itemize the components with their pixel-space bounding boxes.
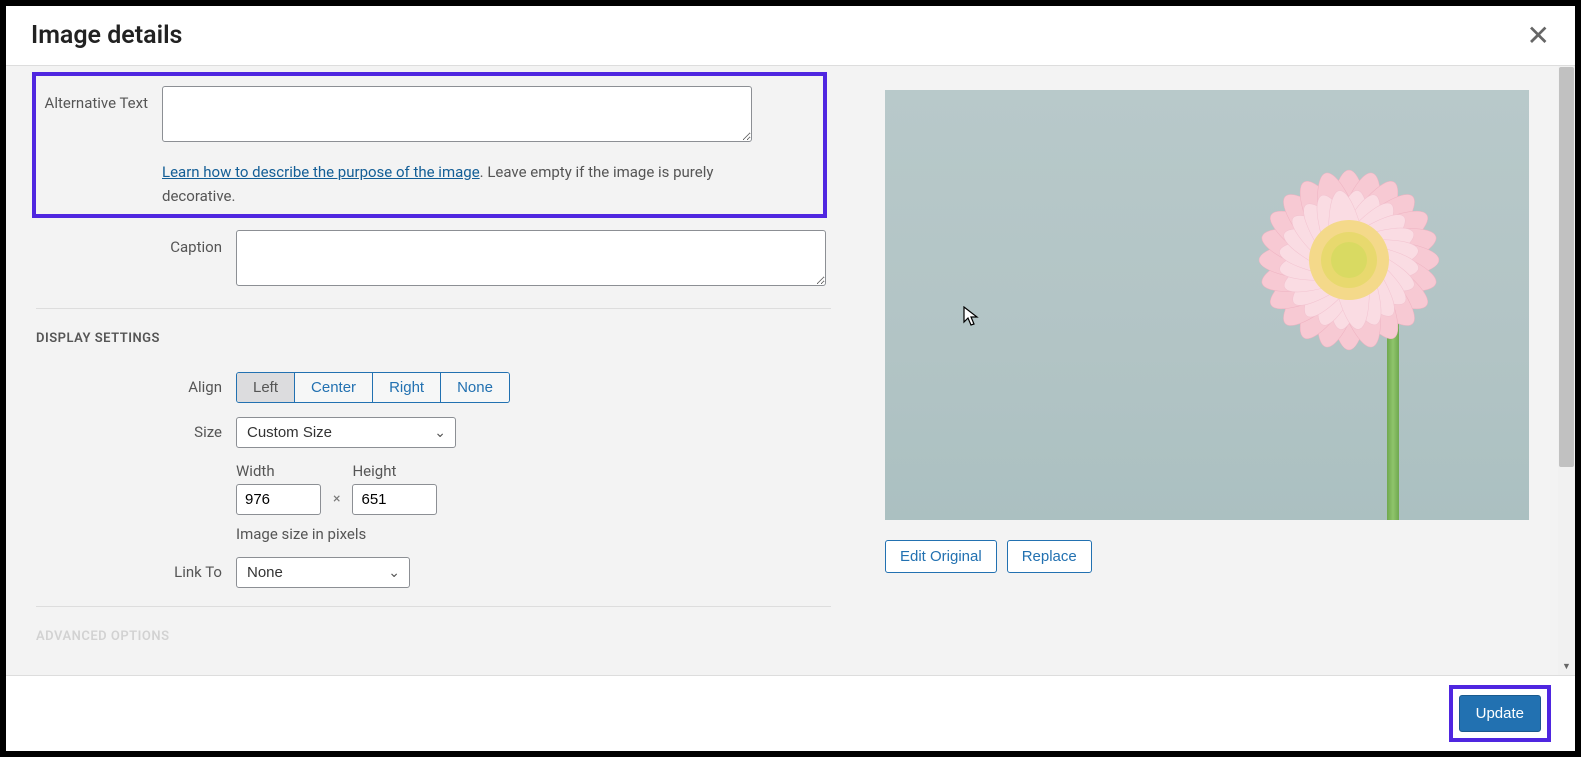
align-button-group: Left Center Right None (236, 372, 510, 403)
image-preview (885, 90, 1529, 520)
divider (36, 308, 831, 309)
update-highlight: Update (1449, 685, 1551, 742)
size-select[interactable]: Custom Size (236, 417, 456, 448)
height-input[interactable] (352, 484, 437, 515)
dimension-separator: × (323, 491, 350, 515)
alt-text-label: Alternative Text (44, 86, 162, 208)
align-right-button[interactable]: Right (373, 373, 441, 402)
divider (36, 606, 831, 607)
preview-pane: Edit Original Replace (861, 66, 1575, 675)
linkto-label: Link To (36, 557, 236, 588)
align-center-button[interactable]: Center (295, 373, 373, 402)
pixels-note: Image size in pixels (236, 525, 831, 543)
edit-original-button[interactable]: Edit Original (885, 540, 997, 573)
flower-illustration (1209, 120, 1489, 400)
advanced-options-heading: ADVANCED OPTIONS (36, 629, 831, 644)
modal-body: Alternative Text Learn how to describe t… (6, 66, 1575, 675)
align-left-button[interactable]: Left (237, 373, 295, 402)
scroll-down-icon[interactable]: ▼ (1558, 658, 1575, 675)
width-label: Width (236, 462, 321, 480)
caption-label: Caption (36, 230, 236, 290)
modal-header: Image details ✕ (6, 6, 1575, 66)
size-label: Size (36, 417, 236, 448)
dimensions-spacer (36, 462, 236, 543)
height-label: Height (352, 462, 437, 480)
scrollbar[interactable]: ▼ (1558, 66, 1575, 675)
modal-footer: Update (6, 675, 1575, 751)
alt-help-link[interactable]: Learn how to describe the purpose of the… (162, 163, 480, 181)
caption-input[interactable] (236, 230, 826, 286)
image-details-modal: Image details ✕ Alternative Text Learn h… (6, 6, 1575, 751)
modal-title: Image details (31, 21, 182, 50)
align-label: Align (36, 372, 236, 403)
replace-button[interactable]: Replace (1007, 540, 1092, 573)
display-settings-heading: DISPLAY SETTINGS (36, 331, 831, 346)
width-input[interactable] (236, 484, 321, 515)
settings-pane: Alternative Text Learn how to describe t… (6, 66, 861, 675)
scrollbar-thumb[interactable] (1559, 67, 1574, 467)
alt-text-highlight: Alternative Text Learn how to describe t… (32, 72, 827, 218)
cursor-icon (963, 306, 981, 328)
linkto-select[interactable]: None (236, 557, 410, 588)
update-button[interactable]: Update (1459, 695, 1541, 732)
close-button[interactable]: ✕ (1527, 22, 1550, 50)
preview-actions: Edit Original Replace (885, 540, 1551, 573)
alt-text-helper: Learn how to describe the purpose of the… (162, 160, 752, 208)
align-none-button[interactable]: None (441, 373, 509, 402)
alt-text-input[interactable] (162, 86, 752, 142)
close-icon: ✕ (1527, 20, 1550, 51)
